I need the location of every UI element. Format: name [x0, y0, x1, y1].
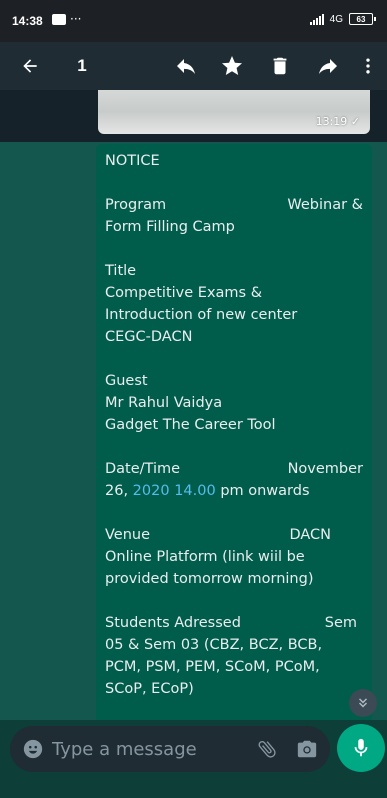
scroll-to-bottom-button[interactable] [349, 689, 377, 717]
forward-icon [319, 59, 337, 74]
venue-line: provided tomorrow morning) [105, 571, 314, 587]
more-vert-icon [366, 58, 370, 74]
datetime-rest: pm onwards [220, 483, 310, 499]
datetime-label: Date/Time [105, 461, 181, 477]
message-input[interactable] [52, 726, 222, 772]
students-label: Students Adressed [105, 615, 241, 631]
signal-icon [309, 13, 324, 25]
notice-heading: NOTICE [105, 153, 160, 169]
datetime-line: 26, 2020 14.00 pm onwards [105, 480, 363, 502]
program-value: Webinar & [287, 197, 363, 213]
venue-value: DACN [289, 527, 331, 543]
program-value-line2: Form Filling Camp [105, 219, 235, 235]
title-line: Introduction of new center [105, 307, 298, 323]
previous-image-message[interactable]: 13:19 ✓ [98, 90, 370, 134]
venue-line: Online Platform (link wiil be [105, 549, 305, 565]
message-input-bar [0, 720, 387, 798]
battery-level: 63 [356, 14, 366, 24]
students-line: PCM, PSM, PEM, SCoM, PCoM, [105, 659, 320, 675]
title-line: Competitive Exams & [105, 285, 263, 301]
back-button[interactable] [8, 42, 52, 90]
title-label: Title [105, 263, 137, 279]
guest-label: Guest [105, 373, 148, 389]
message-notification-icon [52, 9, 66, 25]
voice-message-button[interactable] [337, 724, 385, 772]
network-type: 4G [329, 13, 343, 25]
guest-org: Gadget The Career Tool [105, 417, 276, 433]
program-label: Program [105, 197, 167, 213]
reply-button[interactable] [168, 42, 204, 90]
notice-message-bubble[interactable]: NOTICE Program Webinar & Form Filling Ca… [96, 144, 372, 720]
datetime-year-link[interactable]: 2020 [133, 483, 170, 499]
camera-icon[interactable] [296, 738, 318, 760]
more-options-button[interactable] [350, 42, 386, 90]
students-line: SCoP, ECoP) [105, 681, 194, 697]
chevron-double-down-icon [358, 698, 368, 708]
back-arrow-icon [23, 59, 37, 73]
selection-toolbar: 1 [0, 42, 387, 90]
star-button[interactable] [214, 42, 250, 90]
datetime-time-link[interactable]: 14.00 [174, 483, 216, 499]
students-line: 05 & Sem 03 (CBZ, BCZ, BCB, [105, 637, 323, 653]
attach-icon[interactable] [256, 738, 278, 760]
datetime-month: November [287, 461, 363, 477]
students-sem: Sem [324, 615, 357, 631]
forward-button[interactable] [310, 42, 346, 90]
battery-icon: 63 [349, 13, 376, 25]
reply-icon [177, 59, 195, 74]
emoji-icon[interactable] [22, 738, 44, 760]
status-dots: ··· [70, 12, 82, 26]
delete-button[interactable] [262, 42, 298, 90]
status-indicators: 4G 63 [309, 13, 376, 25]
venue-label: Venue [105, 527, 151, 543]
guest-name: Mr Rahul Vaidya [105, 395, 223, 411]
status-bar: 14:38 ··· 4G 63 [0, 0, 387, 42]
title-line: CEGC-DACN [105, 329, 193, 345]
mic-icon [354, 738, 368, 757]
selected-count: 1 [77, 56, 87, 75]
star-icon [222, 56, 242, 75]
chat-area[interactable]: 13:19 ✓ NOTICE Program Webinar & Form Fi… [0, 90, 387, 720]
datetime-day: 26, [105, 483, 129, 499]
message-composer [10, 726, 330, 772]
status-time: 14:38 [12, 14, 43, 28]
trash-icon [273, 57, 287, 75]
message-time: 13:19 ✓ [315, 115, 360, 128]
